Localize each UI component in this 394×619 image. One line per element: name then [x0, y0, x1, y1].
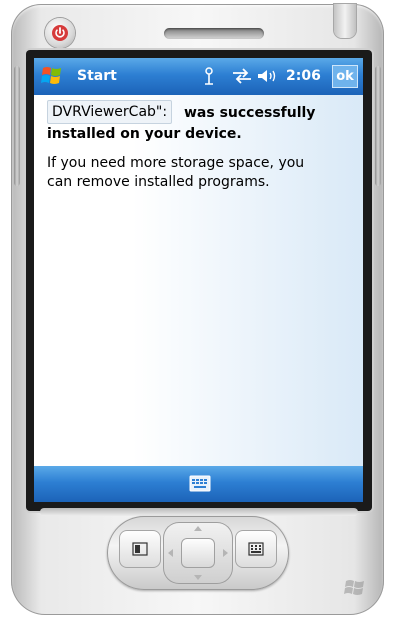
- title-bar: Start 2:06 ok: [34, 58, 363, 95]
- stylus-slot: [334, 4, 356, 38]
- dpad-down-icon[interactable]: [194, 575, 202, 580]
- dpad-right-icon[interactable]: [223, 549, 228, 557]
- hardware-navigation-cluster: [107, 516, 289, 590]
- storage-info-line-2: can remove installed programs.: [47, 174, 270, 190]
- windows-flag-icon[interactable]: [40, 64, 66, 88]
- screen-chin: [40, 508, 358, 516]
- right-soft-key-icon: [248, 542, 264, 556]
- menu-bar: [34, 466, 363, 502]
- left-soft-key[interactable]: [119, 530, 161, 568]
- ok-button[interactable]: ok: [332, 65, 358, 88]
- power-button[interactable]: [45, 18, 75, 48]
- dpad-select-button[interactable]: [181, 538, 215, 568]
- left-soft-key-icon: [132, 542, 148, 556]
- keyboard-icon[interactable]: [189, 475, 211, 492]
- power-icon: [52, 25, 68, 41]
- message-area: DVRViewerCab": was successfully installe…: [34, 95, 363, 466]
- volume-icon[interactable]: [256, 67, 278, 85]
- directional-pad[interactable]: [163, 522, 233, 584]
- side-button-right[interactable]: [375, 66, 381, 186]
- success-message-line-2: installed on your device.: [47, 126, 242, 142]
- right-soft-key[interactable]: [235, 530, 277, 568]
- antenna-icon[interactable]: [202, 67, 216, 85]
- windows-logo-icon: [344, 580, 364, 595]
- dpad-up-icon[interactable]: [194, 526, 202, 531]
- speaker-grille: [164, 28, 264, 39]
- dpad-left-icon[interactable]: [168, 549, 173, 557]
- success-message-line-1: was successfully: [184, 105, 316, 121]
- clock-time[interactable]: 2:06: [286, 68, 321, 84]
- sync-icon[interactable]: [231, 68, 253, 84]
- app-name-label: DVRViewerCab":: [47, 100, 173, 124]
- storage-info-text: If you need more storage space, you can …: [47, 154, 347, 192]
- storage-info-line-1: If you need more storage space, you: [47, 155, 305, 171]
- start-menu-label[interactable]: Start: [77, 68, 117, 84]
- side-button-left[interactable]: [14, 66, 20, 186]
- screen: Start 2:06 ok DVRViewerCab": was success…: [34, 58, 363, 502]
